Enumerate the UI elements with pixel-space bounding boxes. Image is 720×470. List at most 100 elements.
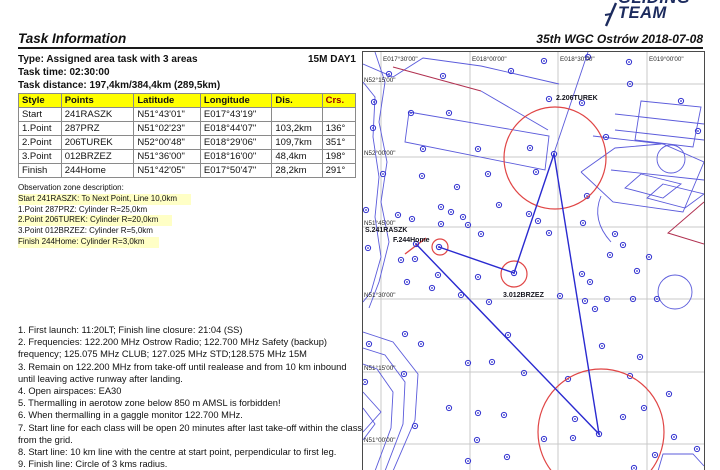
latitude-label: N51°00'00" (364, 436, 396, 444)
waypoint-icon (368, 343, 370, 345)
waypoint-icon (403, 373, 405, 375)
airspace-boundary (363, 363, 394, 470)
waypoint-icon (548, 98, 550, 100)
waypoint-icon (372, 127, 374, 129)
column-header-latitude: Latitude (133, 93, 201, 108)
waypoint-icon (503, 414, 505, 416)
airspace-boundary (657, 453, 704, 470)
airspace-boundary (614, 113, 704, 125)
task-point (513, 272, 515, 274)
table-cell (321, 107, 357, 122)
waypoint-icon (548, 232, 550, 234)
table-cell: N51°42'05" (133, 163, 201, 178)
table-cell: 244Home (60, 163, 135, 178)
longitude-label: E019°00'00" (649, 55, 684, 63)
waypoint-icon (581, 273, 583, 275)
turnpoint-table-header: Style Points Latitude Longitude Dis. Crs. (18, 93, 357, 108)
airspace-boundary (614, 129, 704, 141)
table-cell: 103,2km (271, 121, 323, 136)
airspace-boundary (363, 63, 394, 78)
table-cell: N51°02'23" (133, 121, 201, 136)
airspace-boundary (580, 161, 704, 213)
observation-title: Observation zone description: (18, 183, 124, 192)
waypoint-icon (614, 233, 616, 235)
waypoint-icon (480, 233, 482, 235)
waypoint-icon (582, 222, 584, 224)
waypoint-icon (365, 209, 367, 211)
airspace-circle (656, 144, 686, 174)
table-cell: Finish (18, 163, 62, 178)
waypoint-icon (543, 438, 545, 440)
gliding-team-logo: GLIDING TEAM (604, 0, 690, 27)
latitude-label: N51°30'00" (364, 291, 396, 299)
waypoint-icon (529, 147, 531, 149)
table-cell: E018°16'00" (199, 149, 273, 164)
task-meta: Type: Assigned area task with 3 areas 15… (18, 53, 356, 92)
airspace-circle (657, 274, 693, 310)
table-cell: 198° (321, 149, 357, 164)
waypoint-icon (467, 362, 469, 364)
waypoint-icon (462, 216, 464, 218)
table-cell: 48,4km (271, 149, 323, 164)
waypoint-icon (477, 412, 479, 414)
glider-icon (604, 2, 618, 27)
briefing-note: 8. Start line: 10 km line with the centr… (18, 447, 337, 458)
task-map-svg: E017°30'00" E018°00'00" E018°30'00" E019°00… (363, 52, 704, 470)
waypoint-icon (450, 211, 452, 213)
header-rule (18, 47, 703, 49)
task-distance: Task distance: 197,4km/384,4km (289,5km) (18, 80, 221, 91)
briefing-note: 5. Thermalling in aerotow zone below 850… (18, 398, 281, 409)
waypoint-icon (498, 204, 500, 206)
table-cell: 3.Point (18, 149, 62, 164)
waypoint-icon (668, 393, 670, 395)
briefing-notes: 1. First launch: 11:20LT; Finish line cl… (18, 324, 362, 470)
class-day-badge: 15M DAY1 (308, 54, 356, 65)
waypoint-icon (572, 437, 574, 439)
task-point (438, 246, 440, 248)
table-cell: 291° (321, 163, 357, 178)
waypoint-icon (460, 294, 462, 296)
waypoint-icon (406, 281, 408, 283)
page-title: Task Information (18, 31, 127, 46)
waypoint-icon (648, 256, 650, 258)
waypoint-icon (448, 407, 450, 409)
waypoint-icon (448, 112, 450, 114)
briefing-note: 6. When thermalling in a gaggle monitor … (18, 410, 243, 421)
longitude-label: E017°30'00" (383, 55, 418, 63)
waypoint-icon (431, 287, 433, 289)
waypoint-icon (476, 439, 478, 441)
waypoint-icon (477, 276, 479, 278)
waypoint-icon (605, 136, 607, 138)
waypoint-icon (422, 148, 424, 150)
table-cell: 012BRZEZ (60, 149, 135, 164)
table-cell: E018°29'06" (199, 135, 273, 150)
waypoint-icon (632, 298, 634, 300)
table-row: 1.Point 287PRZ N51°02'23" E018°44'07" 103,2k… (18, 121, 357, 136)
waypoint-icon (523, 372, 525, 374)
waypoint-icon (680, 100, 682, 102)
turnpoint-label: 2.206TUREK (556, 95, 598, 102)
waypoint-icon (467, 460, 469, 462)
briefing-note: 1. First launch: 11:20LT; Finish line cl… (18, 325, 243, 335)
waypoint-icon (440, 223, 442, 225)
briefing-note: 3. Remain on 122.200 MHz from take-off u… (18, 361, 347, 384)
table-cell: N51°36'00" (133, 149, 201, 164)
waypoint-icon (510, 70, 512, 72)
column-header-style: Style (18, 93, 62, 108)
waypoint-icon (506, 456, 508, 458)
observation-zone-line: 3.Point 012BRZEZ: Cylinder R=5,0km (18, 226, 153, 236)
task-point (553, 153, 555, 155)
airspace-boundary (404, 111, 550, 171)
briefing-note: 2. Frequencies: 122.200 MHz Ostrow Radio… (18, 337, 328, 360)
table-cell: N51°43'01" (133, 107, 201, 122)
task-time: Task time: 02:30:00 (18, 67, 110, 78)
table-cell: 241RASZK (60, 107, 135, 122)
waypoint-icon (697, 130, 699, 132)
table-row: 2.Point 206TUREK N52°00'48" E018°29'06" 109,… (18, 135, 357, 150)
table-cell: N52°00'48" (133, 135, 201, 150)
observation-zone-line: Start 241RASZK: To Next Point, Line 10,0… (18, 193, 192, 205)
airspace-boundary (363, 81, 382, 303)
waypoint-icon (437, 274, 439, 276)
waypoint-icon (456, 186, 458, 188)
waypoint-icon (382, 173, 384, 175)
